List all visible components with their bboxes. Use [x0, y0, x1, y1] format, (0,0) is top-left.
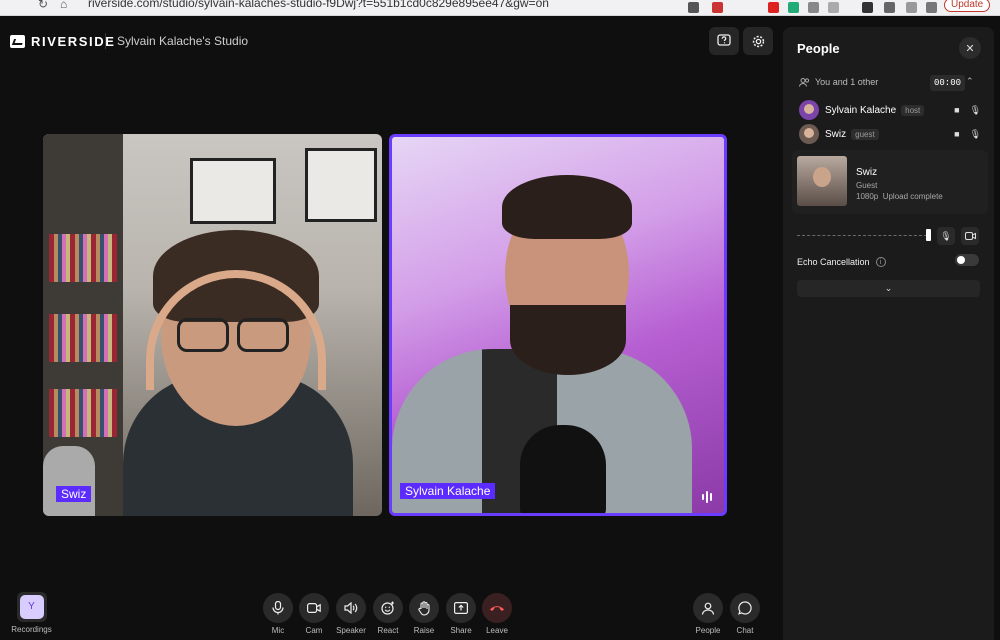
participant-row[interactable]: Sylvain Kalache host ■ 🎙	[799, 100, 981, 120]
panel-title: People	[797, 41, 840, 56]
gear-icon	[752, 35, 764, 47]
wall-frame	[305, 148, 377, 222]
riverside-logo-icon	[10, 35, 25, 48]
microphone-icon	[272, 601, 284, 615]
guest-role: Guest	[856, 181, 878, 190]
participant-name: Swiz	[825, 128, 847, 140]
recordings-avatar: Y	[16, 592, 47, 622]
guest-card: Swiz Guest 1080p Upload complete	[792, 150, 988, 214]
expand-more-button[interactable]: ⌄	[797, 280, 980, 297]
home-icon[interactable]: ⌂	[60, 0, 67, 11]
video-tile-swiz[interactable]: Swiz	[43, 134, 382, 516]
glasses-left	[177, 318, 229, 352]
studio-title: Sylvain Kalache's Studio	[117, 34, 249, 48]
echo-cancellation-toggle[interactable]	[955, 254, 979, 266]
echo-cancellation-label: Echo Cancellation	[797, 257, 870, 267]
guest-status: 1080p Upload complete	[856, 192, 943, 201]
raise-hand-icon	[417, 600, 430, 616]
extension-icon[interactable]	[828, 2, 839, 13]
camera-icon	[964, 232, 976, 240]
recordings-button[interactable]: Y Recordings	[9, 592, 54, 634]
neon-sign	[640, 245, 724, 279]
glasses-right	[237, 318, 289, 352]
person-beard	[510, 305, 626, 375]
extension-icon[interactable]	[712, 2, 723, 13]
volume-slider-row: 🎙	[797, 227, 979, 245]
close-icon: ✕	[965, 42, 975, 55]
audio-level-icon	[698, 489, 716, 505]
info-icon[interactable]: i	[875, 257, 886, 267]
camera-icon[interactable]: ■	[954, 105, 959, 116]
logo-text: RIVERSIDE	[31, 34, 116, 49]
guest-camera-button[interactable]	[961, 227, 979, 245]
help-button[interactable]	[709, 27, 739, 55]
speaker-icon	[344, 602, 358, 614]
leave-button[interactable]: Leave	[475, 593, 519, 635]
session-timer: 00:00	[930, 75, 966, 91]
volume-slider-track[interactable]	[797, 235, 927, 236]
microphone	[520, 425, 606, 513]
help-question-icon	[717, 34, 731, 46]
participant-name-tag: Swiz	[56, 486, 92, 502]
participants-count-text: You and 1 other	[815, 77, 879, 87]
emoji-react-icon	[381, 601, 394, 615]
video-tile-sylvain-kalache[interactable]: Sylvain Kalache	[389, 134, 727, 516]
microphone-icon: 🎙	[940, 230, 952, 241]
guest-resolution: 1080p	[856, 192, 879, 201]
microphone-icon[interactable]: 🎙	[970, 129, 981, 140]
chevron-up-icon[interactable]: ⌃	[966, 76, 974, 87]
settings-button[interactable]	[743, 27, 773, 55]
address-bar[interactable]: riverside.com/studio/sylvain-kalaches-st…	[88, 0, 549, 10]
role-badge: guest	[851, 128, 879, 140]
extension-icon[interactable]	[906, 2, 917, 13]
chat-bubble-icon	[738, 601, 752, 615]
recordings-avatar-letter: Y	[19, 595, 44, 619]
participant-name: Sylvain Kalache	[825, 104, 897, 116]
hang-up-icon	[490, 606, 504, 611]
people-panel: People ✕ You and 1 other 00:00 ⌃ Sylvain…	[783, 27, 994, 640]
microphone	[43, 446, 95, 516]
people-icon	[799, 77, 810, 87]
camera-icon	[307, 603, 321, 613]
camera-icon[interactable]: ■	[954, 129, 959, 140]
participant-row[interactable]: Swiz guest ■ 🎙	[799, 124, 981, 144]
share-screen-icon	[454, 602, 468, 614]
chevron-down-icon: ⌄	[884, 283, 893, 293]
echo-cancellation-row: Echo Cancellation i	[797, 257, 886, 267]
extension-icon[interactable]	[926, 2, 937, 13]
avatar	[799, 124, 819, 144]
extension-icon[interactable]	[862, 2, 873, 13]
extension-icon[interactable]	[884, 2, 895, 13]
reload-icon[interactable]: ↻	[38, 0, 48, 11]
close-panel-button[interactable]: ✕	[959, 37, 981, 59]
extension-icon[interactable]	[808, 2, 819, 13]
extension-icon[interactable]	[768, 2, 779, 13]
chat-button[interactable]: Chat	[723, 593, 767, 635]
participant-name-tag: Sylvain Kalache	[400, 483, 496, 499]
extension-icon[interactable]	[688, 2, 699, 13]
microphone-icon[interactable]: 🎙	[970, 105, 981, 116]
guest-name: Swiz	[856, 167, 878, 178]
extension-icon[interactable]	[788, 2, 799, 13]
browser-toolbar: ↻ ⌂ riverside.com/studio/sylvain-kalache…	[0, 0, 1000, 16]
person-hair	[502, 175, 632, 239]
riverside-logo: RIVERSIDE	[10, 34, 115, 49]
browser-update-button[interactable]: Update	[944, 0, 991, 12]
guest-mic-button[interactable]: 🎙	[937, 227, 955, 245]
leave-label: Leave	[486, 626, 508, 635]
avatar	[799, 100, 819, 120]
guest-video-thumbnail	[797, 156, 847, 206]
header-divider	[105, 33, 106, 49]
recordings-label: Recordings	[11, 625, 52, 634]
volume-slider-thumb[interactable]	[926, 229, 931, 241]
people-icon	[701, 602, 715, 615]
upload-status: Upload complete	[882, 192, 943, 201]
role-badge: host	[901, 104, 925, 116]
chat-label: Chat	[736, 626, 754, 635]
participants-summary: You and 1 other	[799, 77, 878, 87]
wall-frame	[190, 158, 276, 224]
